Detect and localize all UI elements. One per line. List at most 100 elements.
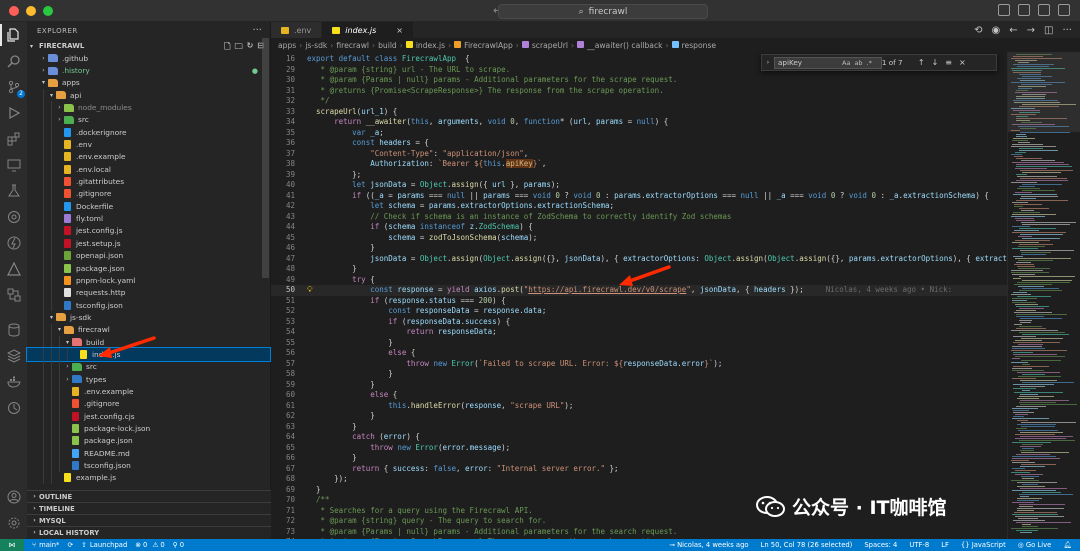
use-regex-toggle[interactable]: .* — [867, 59, 872, 67]
breadcrumb-item[interactable]: scrapeUrl — [521, 40, 568, 50]
toggle-secondary-sidebar-icon[interactable] — [1038, 4, 1050, 16]
file-item[interactable]: package-lock.json — [27, 422, 270, 435]
language-mode[interactable]: {} JavaScript — [961, 541, 1006, 549]
match-case-toggle[interactable]: Aa — [842, 59, 850, 67]
more-actions-icon[interactable]: ··· — [252, 25, 262, 36]
testing-icon[interactable] — [6, 183, 21, 198]
file-item[interactable]: .gitignore — [27, 187, 270, 201]
cursor-position[interactable]: Ln 50, Col 78 (26 selected) — [761, 541, 853, 549]
folder-item[interactable]: ▾ js-sdk — [27, 311, 270, 324]
more-actions-icon[interactable]: ··· — [1062, 25, 1072, 36]
workspace-root[interactable]: ▾ FIRECRAWL 🗋 🗀 ↻ ⊟ — [27, 40, 270, 52]
stack-icon[interactable] — [6, 348, 21, 363]
code-editor[interactable]: 16 export default class FirecrawlApp {29 … — [271, 52, 1007, 539]
minimap[interactable] — [1007, 52, 1080, 539]
file-item[interactable]: tsconfig.json — [27, 298, 270, 312]
encoding[interactable]: UTF-8 — [909, 541, 929, 549]
match-whole-word-toggle[interactable]: ab — [854, 59, 862, 67]
next-match-icon[interactable]: ↓ — [932, 58, 939, 67]
split-editor-icon[interactable]: ◫ — [1044, 25, 1053, 36]
find-in-selection-icon[interactable]: ≡ — [945, 58, 952, 67]
blame-status[interactable]: ⊸ Nicolas, 4 weeks ago — [669, 541, 748, 549]
file-item[interactable]: .dockerignore — [27, 126, 270, 139]
go-live-button[interactable]: ◎ Go Live — [1018, 541, 1052, 549]
thunder-client-icon[interactable] — [6, 235, 21, 250]
maximize-window-button[interactable] — [43, 5, 53, 16]
breadcrumb-item[interactable]: index.js — [405, 40, 445, 50]
folder-item[interactable]: › .history ● — [27, 64, 270, 76]
database-icon[interactable] — [6, 322, 21, 337]
file-item[interactable]: .env.local — [27, 163, 270, 176]
search-icon[interactable] — [6, 53, 21, 68]
file-item[interactable]: jest.config.js — [27, 224, 270, 238]
command-center[interactable]: ⌕ firecrawl — [498, 4, 708, 19]
close-window-button[interactable] — [9, 5, 19, 16]
toggle-panel-icon[interactable] — [1018, 4, 1030, 16]
end-of-line[interactable]: LF — [941, 541, 949, 549]
tab-index-js[interactable]: index.js × — [322, 22, 414, 38]
breadcrumb-item[interactable]: apps — [278, 41, 296, 50]
settings-gear-icon[interactable] — [6, 515, 21, 530]
file-item[interactable]: Dockerfile — [27, 200, 270, 213]
file-item[interactable]: .env.example — [27, 385, 270, 398]
accounts-icon[interactable] — [6, 489, 21, 504]
compare-changes-icon[interactable]: ⟲ — [974, 25, 982, 36]
extensions-icon[interactable] — [6, 131, 21, 146]
branch-item[interactable]: ⑂ main* — [32, 541, 59, 549]
file-item[interactable]: .env — [27, 138, 270, 151]
folder-item[interactable]: ▾ apps — [27, 77, 270, 89]
tab-env[interactable]: .env — [271, 22, 323, 38]
folder-item[interactable]: › src — [27, 113, 270, 127]
run-debug-icon[interactable] — [6, 105, 21, 120]
section-outline[interactable]: › OUTLINE — [27, 490, 271, 502]
close-find-icon[interactable]: × — [959, 58, 966, 67]
source-control-icon[interactable]: 2 — [6, 79, 25, 98]
folder-item[interactable]: › src — [27, 360, 270, 373]
sidebar-scrollbar[interactable] — [262, 38, 269, 278]
section-local-history[interactable]: › LOCAL HISTORY — [27, 526, 271, 538]
file-item[interactable]: package.json — [27, 261, 270, 275]
file-item[interactable]: jest.setup.js — [27, 237, 270, 250]
previous-match-icon[interactable]: ↑ — [918, 58, 925, 67]
chevron-right-icon[interactable]: › — [762, 59, 774, 66]
folder-item[interactable]: › types — [27, 372, 270, 386]
indentation[interactable]: Spaces: 4 — [864, 541, 897, 549]
file-item[interactable]: .env.example — [27, 150, 270, 164]
file-item[interactable]: example.js — [27, 471, 270, 485]
breadcrumb-item[interactable]: firecrawl — [336, 41, 369, 50]
launchpad-item[interactable]: ⇪ Launchpad — [81, 541, 127, 549]
azure-icon[interactable] — [6, 261, 21, 276]
gitlens-icon[interactable] — [6, 209, 21, 224]
breadcrumb-item[interactable]: js-sdk — [305, 41, 327, 50]
breadcrumb-item[interactable]: response — [671, 40, 716, 50]
file-item[interactable]: requests.http — [27, 286, 270, 299]
folder-item[interactable]: › node_modules — [27, 101, 270, 114]
minimap-slider[interactable] — [1008, 52, 1080, 132]
folder-item[interactable]: › .github — [27, 52, 270, 64]
file-item[interactable]: .gitignore — [27, 397, 270, 410]
file-item[interactable]: jest.config.cjs — [27, 409, 270, 423]
close-tab-icon[interactable]: × — [396, 26, 403, 35]
folder-item[interactable]: ▾ api — [27, 89, 270, 102]
open-changes-icon[interactable]: ◉ — [991, 25, 1000, 36]
go-forward-icon[interactable]: → — [1027, 25, 1035, 36]
toggle-sidebar-icon[interactable] — [998, 4, 1010, 16]
docker-icon[interactable] — [6, 374, 21, 389]
project-manager-icon[interactable] — [6, 287, 21, 302]
notifications-icon[interactable]: 🔔︎ — [1063, 541, 1072, 549]
file-item[interactable]: fly.toml — [27, 212, 270, 225]
explorer-icon[interactable] — [6, 27, 21, 42]
customize-layout-icon[interactable] — [1058, 4, 1070, 16]
ports-item[interactable]: ⚲ 0 — [173, 541, 184, 549]
breadcrumb-item[interactable]: __awaiter() callback — [577, 40, 663, 50]
sync-button[interactable]: ⟳ — [67, 541, 73, 549]
file-item[interactable]: tsconfig.json — [27, 459, 270, 472]
remote-indicator[interactable]: ⋈ — [0, 539, 24, 551]
problems-item[interactable]: ⊗ 0 ⚠ 0 — [135, 541, 164, 549]
go-back-icon[interactable]: ← — [1009, 25, 1017, 36]
breadcrumb-item[interactable]: FirecrawlApp — [454, 40, 513, 50]
breadcrumb-item[interactable]: build — [378, 41, 397, 50]
minimize-window-button[interactable] — [26, 5, 36, 16]
file-item[interactable]: package.json — [27, 434, 270, 447]
file-item[interactable]: .gitattributes — [27, 175, 270, 188]
